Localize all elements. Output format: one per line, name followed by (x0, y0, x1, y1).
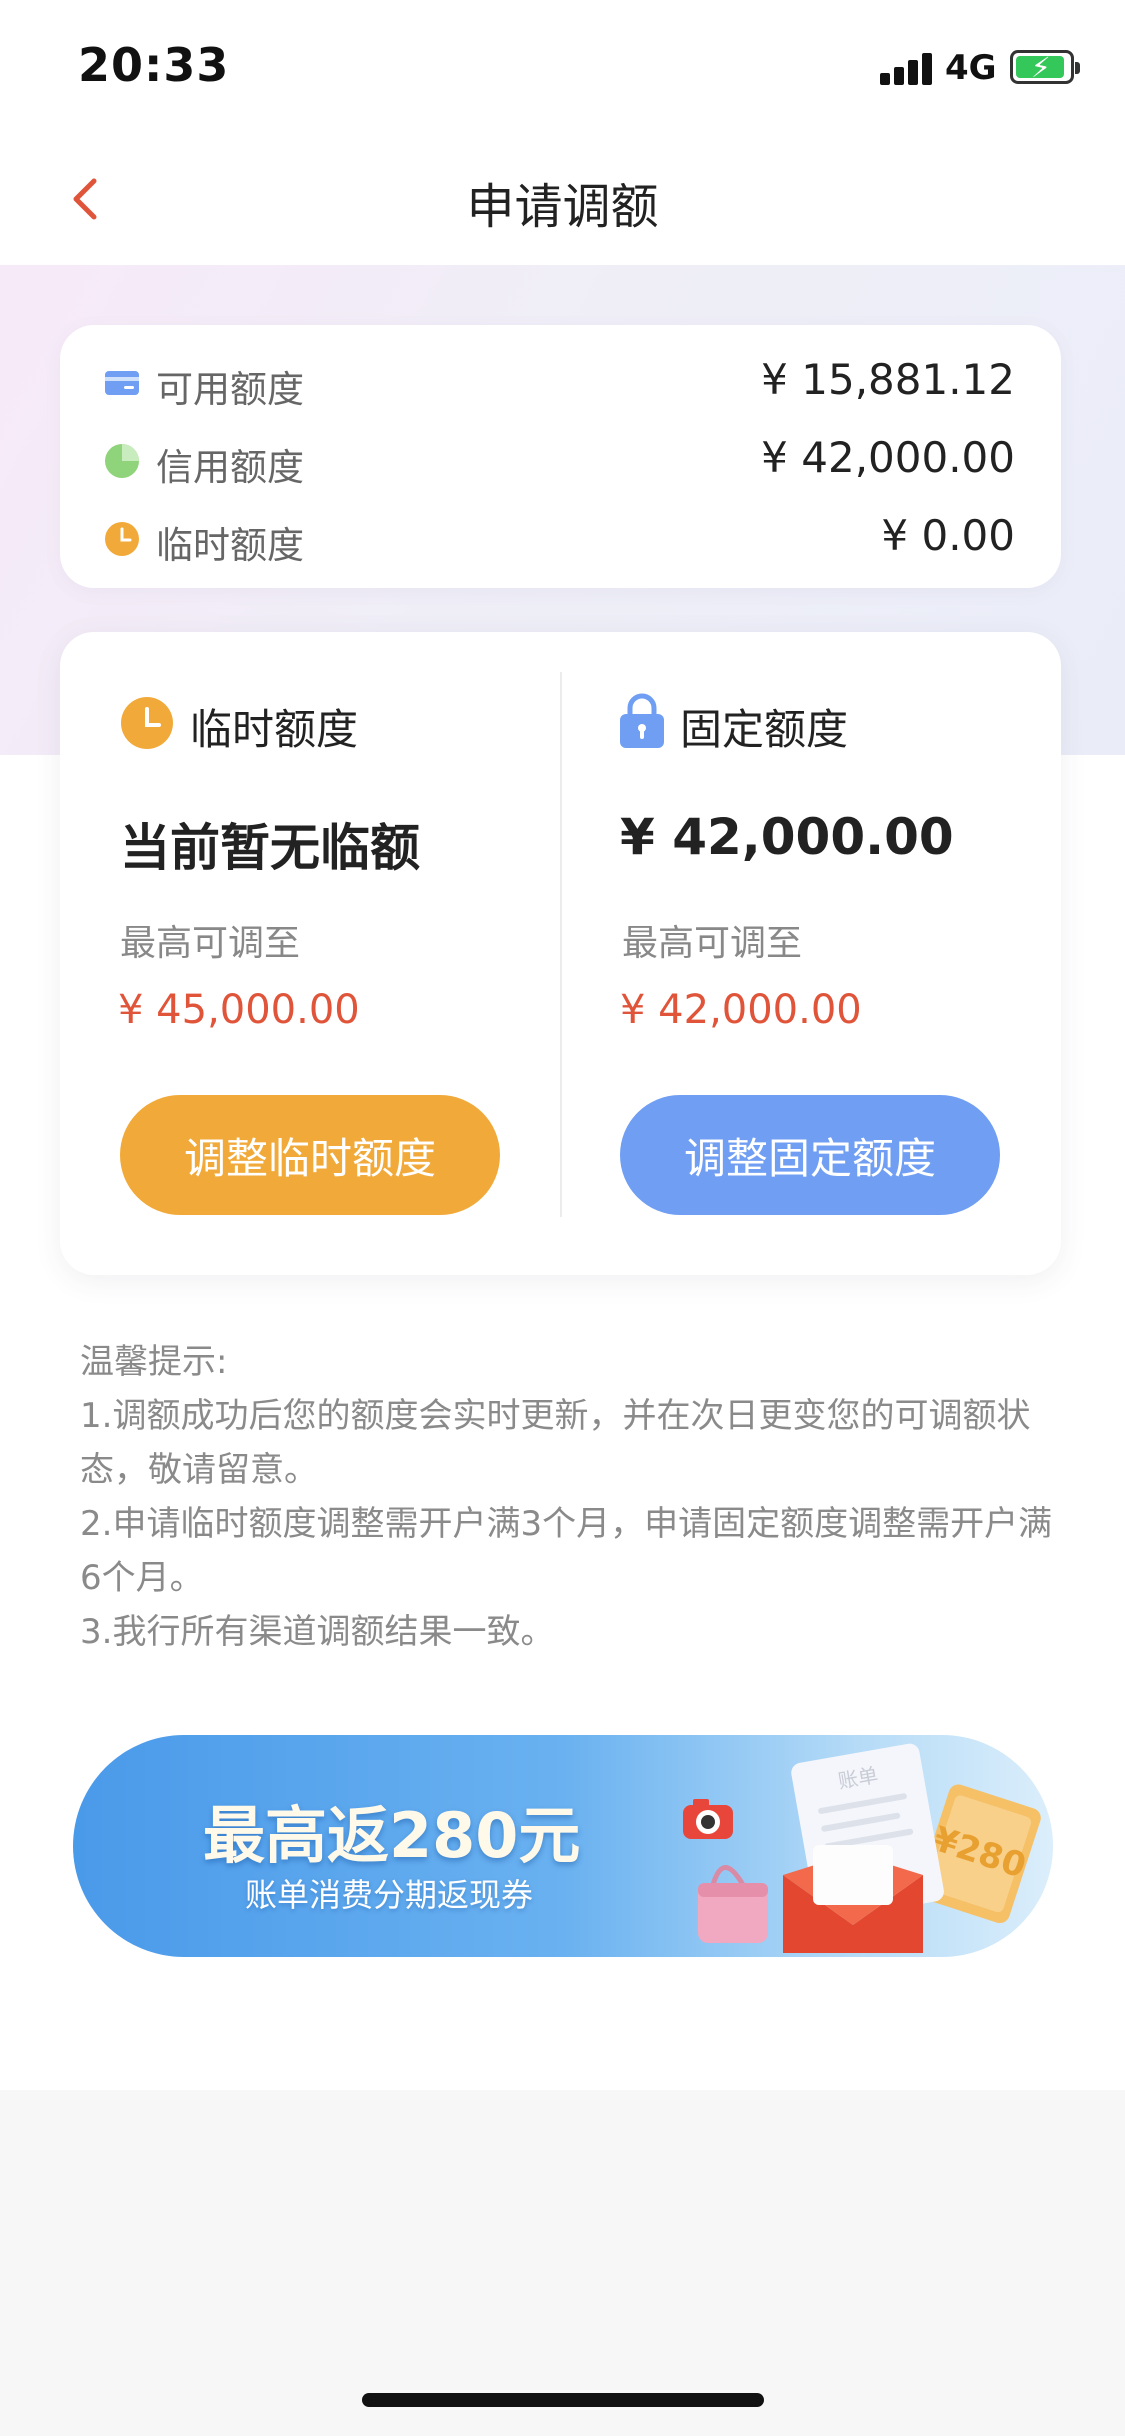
summary-row-credit: 信用额度 ¥ 42,000.00 (60, 431, 1061, 491)
status-time: 20:33 (78, 38, 230, 92)
camera-icon (683, 1799, 733, 1839)
fixed-limit-max-label: 最高可调至 (622, 923, 803, 964)
network-label: 4G (945, 48, 997, 88)
bottom-area (0, 2090, 1125, 2436)
temp-limit-max-label: 最高可调至 (120, 923, 301, 964)
temp-limit-title: 临时额度 (190, 705, 359, 754)
handbag-icon (698, 1865, 768, 1943)
temp-limit-max-value: ¥ 45,000.00 (118, 987, 360, 1033)
page-title: 申请调额 (466, 179, 659, 235)
battery-icon: ⚡ (1010, 50, 1080, 84)
summary-row-temporary: 临时额度 ¥ 0.00 (60, 509, 1061, 569)
summary-label: 可用额度 (156, 368, 304, 411)
clock-icon (121, 697, 173, 749)
summary-value: ¥ 42,000.00 (761, 433, 1015, 482)
cashback-banner[interactable]: 最高返280元 账单消费分期返现券 ¥280 账单 (73, 1735, 1053, 1957)
banner-subtitle: 账单消费分期返现券 (245, 1876, 534, 1914)
tips-item: 2.申请临时额度调整需开户满3个月，申请固定额度调整需开户满6个月。 (80, 1504, 1053, 1598)
signal-icon (880, 53, 936, 85)
summary-value: ¥ 0.00 (881, 511, 1015, 560)
pie-icon (105, 444, 139, 478)
summary-row-available: 可用额度 ¥ 15,881.12 (60, 353, 1061, 413)
clock-icon (105, 522, 139, 556)
status-bar: 20:33 4G ⚡ (0, 0, 1125, 135)
banner-title: 最高返280元 (203, 1799, 581, 1872)
adjust-limit-card: 临时额度 当前暂无临额 最高可调至 ¥ 45,000.00 调整临时额度 固定额… (60, 632, 1061, 1275)
fixed-limit-current: ¥ 42,000.00 (620, 808, 954, 866)
adjust-temp-limit-button[interactable]: 调整临时额度 (120, 1095, 500, 1215)
summary-value: ¥ 15,881.12 (761, 355, 1015, 404)
lock-icon (620, 693, 664, 748)
summary-label: 临时额度 (156, 524, 304, 567)
temp-limit-current: 当前暂无临额 (120, 819, 420, 877)
tips-item: 3.我行所有渠道调额结果一致。 (80, 1612, 555, 1652)
home-indicator (362, 2393, 764, 2407)
limit-summary-card: 可用额度 ¥ 15,881.12 信用额度 ¥ 42,000.00 临时额度 ¥… (60, 325, 1061, 588)
adjust-fixed-limit-button[interactable]: 调整固定额度 (620, 1095, 1000, 1215)
temp-limit-column: 临时额度 当前暂无临额 最高可调至 ¥ 45,000.00 调整临时额度 (60, 632, 560, 1275)
banner-illustration: ¥280 账单 (683, 1743, 1041, 1953)
tips-heading: 温馨提示: (80, 1342, 228, 1382)
fixed-limit-title: 固定额度 (680, 705, 849, 754)
tips-item: 1.调额成功后您的额度会实时更新，并在次日更变您的可调额状态，敬请留意。 (80, 1396, 1031, 1490)
fixed-limit-max-value: ¥ 42,000.00 (620, 987, 862, 1033)
card-icon (105, 371, 139, 395)
nav-bar: 申请调额 (0, 135, 1125, 265)
summary-label: 信用额度 (156, 446, 304, 489)
tips-section: 温馨提示: 1.调额成功后您的额度会实时更新，并在次日更变您的可调额状态，敬请留… (80, 1335, 1060, 1659)
fixed-limit-column: 固定额度 ¥ 42,000.00 最高可调至 ¥ 42,000.00 调整固定额… (560, 632, 1060, 1275)
